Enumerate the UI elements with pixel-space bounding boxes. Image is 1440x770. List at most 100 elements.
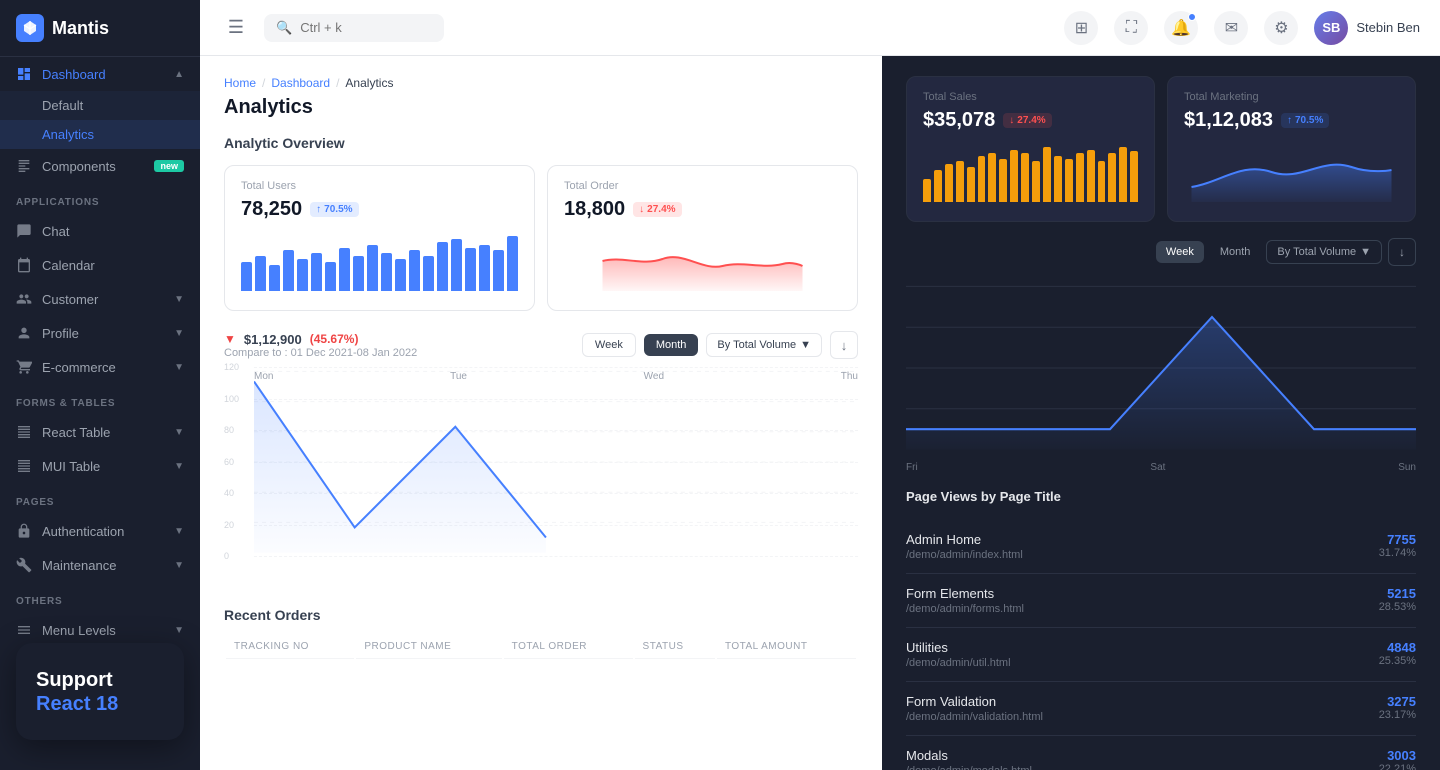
dark-income-controls: Week Month By Total Volume ▼ ↓	[906, 238, 1416, 266]
sidebar-item-authentication[interactable]: Authentication ▼	[0, 514, 200, 548]
support-text-line1: Support	[36, 667, 164, 693]
income-month-btn[interactable]: Month	[644, 334, 699, 356]
breadcrumb-sep2: /	[336, 76, 339, 90]
col-status: Status	[635, 635, 715, 659]
income-amount-row: ▼ $1,12,900 (45.67%)	[224, 332, 417, 347]
support-popup[interactable]: Support React 18	[16, 643, 184, 740]
components-badge: new	[154, 160, 184, 172]
topbar-right: ⊞ ⛶ 🔔 ✉ ⚙ SB Stebin Ben	[1064, 11, 1420, 45]
search-input[interactable]	[300, 20, 420, 35]
apps-button[interactable]: ⊞	[1064, 11, 1098, 45]
sidebar-item-components[interactable]: Components new	[0, 149, 200, 183]
menu-toggle-button[interactable]: ☰	[220, 12, 252, 44]
bar-segment	[395, 259, 406, 291]
sidebar-item-analytics[interactable]: Analytics	[0, 120, 200, 149]
fullscreen-button[interactable]: ⛶	[1114, 11, 1148, 45]
bar-segment	[451, 239, 462, 291]
bar-segment	[353, 256, 364, 291]
income-volume-dropdown[interactable]: By Total Volume ▼	[706, 333, 822, 357]
total-sales-label: Total Sales	[923, 91, 1138, 103]
maintenance-icon	[16, 557, 32, 573]
bar-segment	[988, 153, 996, 202]
bar-segment	[1087, 150, 1095, 202]
mail-button[interactable]: ✉	[1214, 11, 1248, 45]
income-compare: Compare to : 01 Dec 2021-08 Jan 2022	[224, 347, 417, 359]
customer-chevron: ▼	[174, 294, 184, 305]
dropdown-chevron: ▼	[800, 339, 811, 351]
total-marketing-value-row: $1,12,083 ↑ 70.5%	[1184, 109, 1399, 132]
bar-segment	[1076, 153, 1084, 202]
mui-table-icon	[16, 458, 32, 474]
page-view-info: Form Validation /demo/admin/validation.h…	[906, 694, 1043, 723]
sidebar-item-calendar[interactable]: Calendar	[0, 248, 200, 282]
dark-week-btn[interactable]: Week	[1156, 241, 1204, 263]
col-amount: Total Amount	[717, 635, 856, 659]
total-users-label: Total Users	[241, 180, 518, 192]
sidebar-item-maintenance[interactable]: Maintenance ▼	[0, 548, 200, 582]
breadcrumb-dashboard[interactable]: Dashboard	[271, 76, 330, 90]
total-marketing-label: Total Marketing	[1184, 91, 1399, 103]
auth-chevron: ▼	[174, 526, 184, 537]
dark-download-btn[interactable]: ↓	[1388, 238, 1416, 266]
grid-label-20: 20	[224, 520, 234, 530]
bar-segment	[945, 164, 953, 202]
dark-x-sun: Sun	[1398, 462, 1416, 473]
total-marketing-badge: ↑ 70.5%	[1281, 113, 1329, 128]
income-download-btn[interactable]: ↓	[830, 331, 858, 359]
components-icon	[16, 158, 32, 174]
page-view-name: Utilities	[906, 640, 1011, 655]
sidebar-item-chat[interactable]: Chat	[0, 214, 200, 248]
bar-segment	[283, 250, 294, 291]
page-title: Analytics	[224, 96, 858, 119]
sidebar-item-ecommerce[interactable]: E-commerce ▼	[0, 350, 200, 384]
dark-metric-cards: Total Sales $35,078 ↓ 27.4% Total Market…	[906, 76, 1416, 222]
page-view-count: 3275	[1379, 694, 1416, 709]
sidebar-item-default[interactable]: Default	[0, 91, 200, 120]
ecommerce-icon	[16, 359, 32, 375]
breadcrumb-home[interactable]: Home	[224, 76, 256, 90]
orders-table: Tracking No Product Name Total Order Sta…	[224, 633, 858, 661]
page-view-count: 5215	[1379, 586, 1416, 601]
recent-orders-title: Recent Orders	[224, 607, 858, 623]
user-profile[interactable]: SB Stebin Ben	[1314, 11, 1420, 45]
sidebar-item-mui-table[interactable]: MUI Table ▼	[0, 449, 200, 483]
settings-button[interactable]: ⚙	[1264, 11, 1298, 45]
grid-label-60: 60	[224, 457, 234, 467]
page-view-path: /demo/admin/forms.html	[906, 603, 1024, 615]
sidebar-item-profile[interactable]: Profile ▼	[0, 316, 200, 350]
bar-segment	[311, 253, 322, 291]
search-box[interactable]: 🔍	[264, 14, 444, 42]
sidebar-item-react-table[interactable]: React Table ▼	[0, 415, 200, 449]
bar-segment	[409, 250, 420, 291]
profile-chevron: ▼	[174, 328, 184, 339]
sidebar-item-menu-levels[interactable]: Menu Levels ▼	[0, 613, 200, 647]
sidebar-item-dashboard[interactable]: Dashboard ▲	[0, 57, 200, 91]
dashboard-group: Dashboard ▲ Default Analytics	[0, 57, 200, 149]
sidebar-item-customer[interactable]: Customer ▼	[0, 282, 200, 316]
income-header: ▼ $1,12,900 (45.67%) Compare to : 01 Dec…	[224, 331, 858, 359]
page-view-stats: 4848 25.35%	[1379, 640, 1416, 667]
dashboard-chevron: ▲	[174, 69, 184, 80]
income-controls: Week Month By Total Volume ▼ ↓	[582, 331, 858, 359]
main-wrapper: ☰ 🔍 ⊞ ⛶ 🔔 ✉ ⚙ SB Stebin Ben	[200, 0, 1440, 770]
dark-dropdown-chevron: ▼	[1360, 246, 1371, 258]
notification-button[interactable]: 🔔	[1164, 11, 1198, 45]
page-view-name: Form Validation	[906, 694, 1043, 709]
dark-volume-dropdown[interactable]: By Total Volume ▼	[1266, 240, 1382, 264]
dark-month-btn[interactable]: Month	[1210, 241, 1261, 263]
total-users-value-row: 78,250 ↑ 70.5%	[241, 198, 518, 221]
mui-table-chevron: ▼	[174, 461, 184, 472]
sidebar-logo[interactable]: Mantis	[0, 0, 200, 57]
income-week-btn[interactable]: Week	[582, 333, 636, 357]
bar-segment	[923, 179, 931, 202]
breadcrumb-current: Analytics	[345, 76, 393, 90]
page-view-path: /demo/admin/validation.html	[906, 711, 1043, 723]
react-table-chevron: ▼	[174, 427, 184, 438]
bar-segment	[1032, 161, 1040, 202]
bar-segment	[297, 259, 308, 291]
dark-x-fri: Fri	[906, 462, 918, 473]
page-view-item: Utilities /demo/admin/util.html 4848 25.…	[906, 628, 1416, 682]
bar-segment	[437, 242, 448, 291]
dashboard-icon	[16, 66, 32, 82]
page-view-info: Admin Home /demo/admin/index.html	[906, 532, 1023, 561]
